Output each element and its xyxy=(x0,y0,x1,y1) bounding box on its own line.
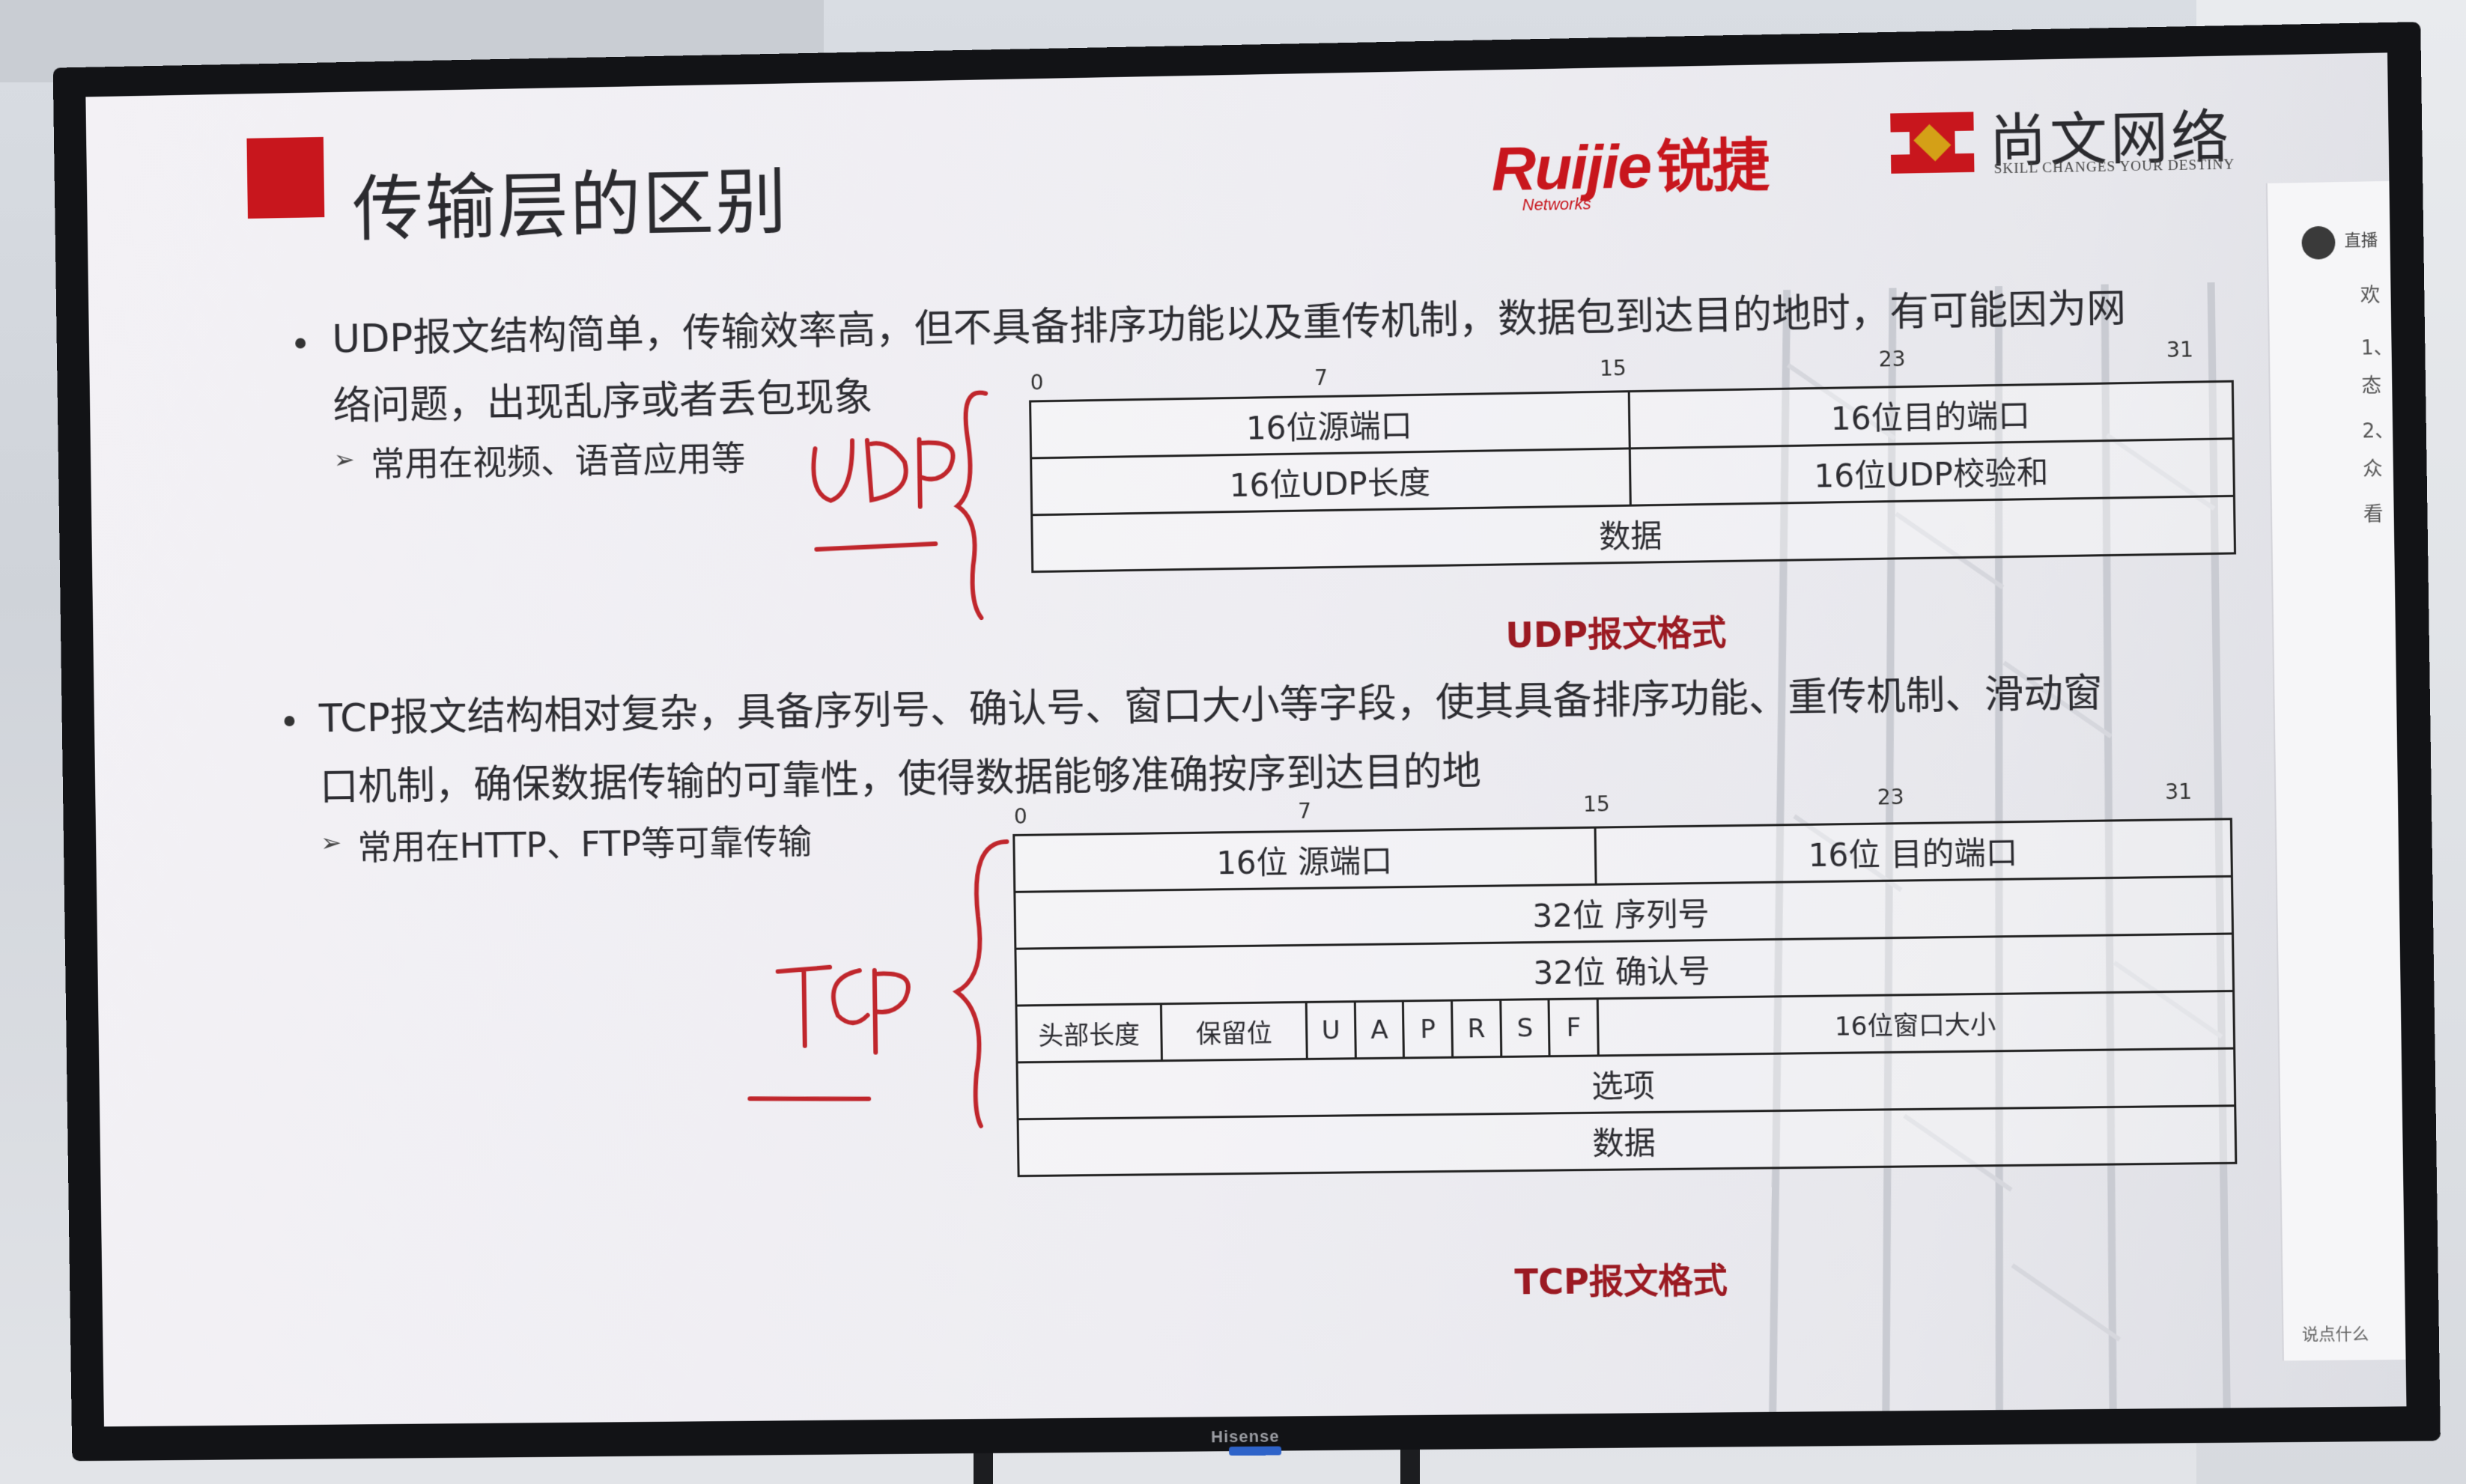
chat-line: 1、 xyxy=(2360,336,2394,360)
chat-line: 看 xyxy=(2363,502,2384,526)
udp-bit-23: 23 xyxy=(1878,346,1906,372)
tcp-flag-f: F xyxy=(1549,998,1599,1056)
chat-line: 2、 xyxy=(2362,419,2395,443)
ruijie-logo-sub: Networks xyxy=(1522,194,1591,215)
udp-length: 16位UDP长度 xyxy=(1030,448,1630,515)
bullet-dot-icon xyxy=(295,338,306,349)
tcp-flag-a: A xyxy=(1355,1000,1404,1059)
tcp-flag-r: R xyxy=(1451,1000,1501,1058)
tcp-flag-s: S xyxy=(1500,999,1550,1057)
tcp-window-size: 16位窗口大小 xyxy=(1597,991,2235,1056)
tcp-caption: TCP报文格式 xyxy=(1514,1259,1728,1303)
chat-input[interactable]: 说点什么 xyxy=(2302,1321,2369,1345)
tcp-bit-0: 0 xyxy=(1013,803,1027,829)
chat-line: 欢 xyxy=(2360,284,2381,308)
title-square-icon xyxy=(246,136,325,219)
chat-line: 众 xyxy=(2362,457,2383,481)
ruijie-logo-cn: 锐捷 xyxy=(1656,133,1769,200)
handwriting-udp-annotation xyxy=(799,377,1041,627)
tcp-bit-15: 15 xyxy=(1582,791,1611,817)
tcp-reserved: 保留位 xyxy=(1161,1002,1308,1061)
arrow-icon: ➢ xyxy=(333,445,356,475)
udp-dst-port: 16位目的端口 xyxy=(1628,381,2234,448)
slide-screen: 直播 欢 1、 态 2、 众 看 说点什么 传输层的区别 Ruijie锐捷 Ne… xyxy=(85,52,2407,1427)
udp-format-table: 16位源端口 16位目的端口 16位UDP长度 16位UDP校验和 数据 xyxy=(1029,380,2237,574)
tcp-bit-7: 7 xyxy=(1297,798,1312,824)
handwriting-tcp-annotation xyxy=(732,826,1048,1143)
avatar xyxy=(2301,225,2336,260)
udp-bullet-line2: 络问题，出现乱序或者丢包现象 xyxy=(332,375,873,429)
udp-bit-7: 7 xyxy=(1314,365,1328,391)
tcp-bit-23: 23 xyxy=(1877,784,1904,810)
bullet-dot-icon xyxy=(284,715,295,727)
tv-brand-logo: Hisense xyxy=(1210,1426,1280,1447)
school-logo-sub: SKILL CHANGES YOUR DESTINY xyxy=(1993,156,2235,177)
tv-monitor: 直播 欢 1、 态 2、 众 看 说点什么 传输层的区别 Ruijie锐捷 Ne… xyxy=(52,22,2441,1462)
arrow-icon: ➢ xyxy=(320,828,342,859)
school-logo-icon xyxy=(1890,112,1975,174)
udp-caption: UDP报文格式 xyxy=(1505,612,1727,656)
udp-sub-bullet: 常用在视频、语音应用等 xyxy=(370,437,746,484)
udp-checksum: 16位UDP校验和 xyxy=(1629,438,2235,506)
tcp-bit-31: 31 xyxy=(2164,779,2193,805)
tcp-src-port: 16位 源端口 xyxy=(1013,827,1597,892)
tcp-flag-u: U xyxy=(1306,1001,1356,1059)
tv-indicator xyxy=(1229,1446,1282,1456)
chat-line: 态 xyxy=(2361,374,2382,398)
live-chat-panel: 直播 欢 1、 态 2、 众 看 说点什么 xyxy=(2265,180,2406,1361)
udp-src-port: 16位源端口 xyxy=(1030,391,1630,458)
slide-title: 传输层的区别 xyxy=(351,159,789,252)
chat-header: 直播 xyxy=(2344,231,2378,251)
tcp-flag-p: P xyxy=(1403,1000,1453,1058)
ruijie-logo-text: Ruijie xyxy=(1491,132,1651,204)
udp-bit-31: 31 xyxy=(2166,337,2194,363)
udp-bit-15: 15 xyxy=(1599,356,1627,381)
tcp-format-table: 16位 源端口 16位 目的端口 32位 序列号 32位 确认号 头部长度 保留… xyxy=(1012,818,2238,1178)
tcp-dst-port: 16位 目的端口 xyxy=(1595,818,2232,885)
ruijie-logo: Ruijie锐捷 xyxy=(1491,119,1769,207)
